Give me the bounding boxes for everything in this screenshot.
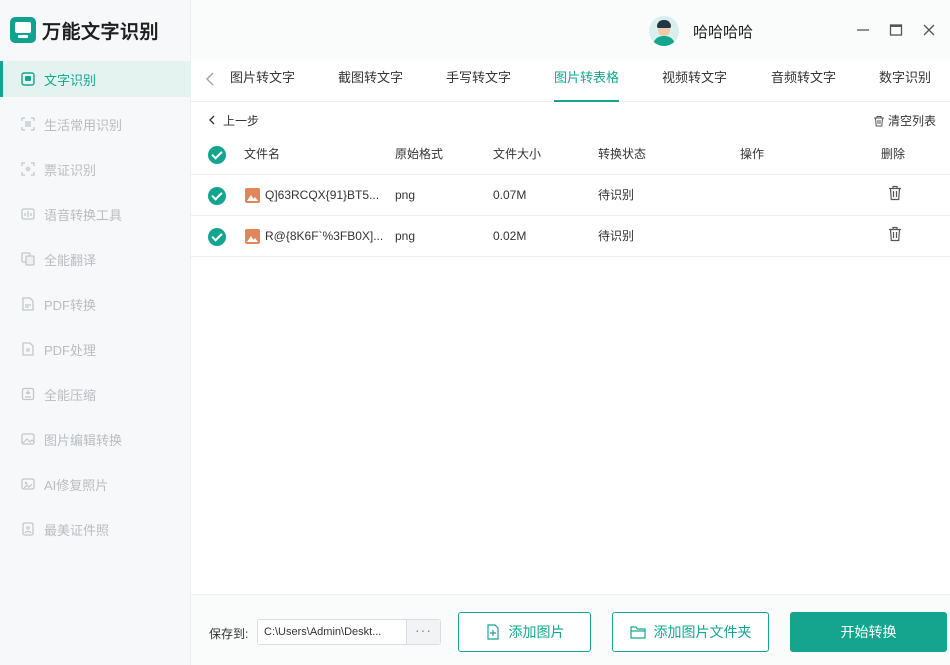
row-checkbox[interactable]: [208, 187, 226, 205]
sidebar-item-ocr[interactable]: 文字识别: [0, 61, 191, 97]
title-bar: 哈哈哈哈: [191, 0, 950, 61]
add-folder-button[interactable]: 添加图片文件夹: [612, 612, 769, 652]
add-image-button[interactable]: 添加图片: [458, 612, 591, 652]
trash-icon: [874, 115, 884, 126]
app-logo-icon: [10, 17, 36, 43]
sidebar-item-ticket[interactable]: 票证识别: [0, 151, 191, 187]
image-edit-icon: [21, 432, 35, 446]
header-filename: 文件名: [244, 147, 281, 161]
delete-row-trash-icon[interactable]: [888, 185, 902, 201]
sidebar-item-translate[interactable]: 全能翻译: [0, 241, 191, 277]
sidebar-item-label: 语音转换工具: [44, 207, 123, 223]
sidebar-item-label: PDF处理: [44, 342, 97, 358]
file-format: png: [395, 188, 416, 202]
folder-icon: [629, 626, 646, 639]
delete-row-trash-icon[interactable]: [888, 226, 902, 242]
file-size: 0.02M: [493, 229, 527, 243]
sidebar-item-label: 全能压缩: [44, 387, 97, 403]
ticket-icon: [21, 162, 35, 176]
ai-photo-icon: [21, 477, 35, 491]
app-title: 万能文字识别: [42, 21, 160, 43]
table-header: 文件名 原始格式 文件大小 转换状态 操作 删除: [191, 134, 950, 175]
header-status: 转换状态: [598, 147, 647, 161]
footer-bar: 保存到: ··· 添加图片 添加图片文件夹 开始转换: [191, 594, 950, 665]
table-row: Q]63RCQX{91}BT5... png 0.07M 待识别: [191, 175, 950, 216]
sidebar-item-ai-photo[interactable]: AI修复照片: [0, 466, 191, 502]
username: 哈哈哈哈: [693, 23, 754, 41]
sidebar-item-label: 全能翻译: [44, 252, 97, 268]
avatar[interactable]: [649, 16, 679, 46]
close-icon[interactable]: [918, 19, 940, 41]
sidebar: 万能文字识别 文字识别 生活常用识别 票证识别 语音转换工具 全能翻译 PDF转…: [0, 0, 191, 665]
file-status: 待识别: [598, 229, 635, 243]
tab-handwriting-to-text[interactable]: 手写转文字: [446, 61, 511, 102]
file-name: R@{8K6F`%3FB0X]...: [265, 229, 384, 243]
tab-video-to-text[interactable]: 视频转文字: [662, 61, 727, 102]
sidebar-item-pdf-process[interactable]: PDF处理: [0, 331, 191, 367]
compress-icon: [21, 387, 35, 401]
tab-screenshot-to-text[interactable]: 截图转文字: [338, 61, 403, 102]
save-path-field: ···: [257, 619, 441, 645]
audio-icon: [21, 207, 35, 221]
pdf-process-icon: [21, 342, 35, 356]
save-path-input[interactable]: [258, 620, 405, 644]
user-profile[interactable]: 哈哈哈哈: [649, 16, 753, 46]
tab-image-to-table[interactable]: 图片转表格: [546, 61, 627, 102]
translate-icon: [21, 252, 35, 266]
sidebar-item-label: 图片编辑转换: [44, 432, 123, 448]
header-format: 原始格式: [395, 147, 444, 161]
add-file-icon: [486, 624, 499, 640]
clear-list-button[interactable]: 清空列表: [873, 112, 936, 129]
pdf-icon: [21, 297, 35, 311]
maximize-icon[interactable]: [885, 19, 907, 41]
sidebar-item-label: 最美证件照: [44, 522, 110, 538]
sidebar-item-label: PDF转换: [44, 297, 97, 313]
sidebar-item-life-ocr[interactable]: 生活常用识别: [0, 106, 191, 142]
header-operation: 操作: [740, 147, 765, 161]
sidebar-item-id-photo[interactable]: 最美证件照: [0, 511, 191, 547]
start-convert-button[interactable]: 开始转换: [790, 612, 947, 652]
row-checkbox[interactable]: [208, 228, 226, 246]
chevron-left-icon: [209, 114, 215, 128]
scan-icon: [21, 117, 35, 131]
sidebar-item-label: AI修复照片: [44, 477, 109, 493]
file-size: 0.07M: [493, 188, 527, 202]
header-size: 文件大小: [493, 147, 542, 161]
sidebar-item-compress[interactable]: 全能压缩: [0, 376, 191, 412]
file-name: Q]63RCQX{91}BT5...: [265, 188, 380, 202]
back-step-button[interactable]: 上一步: [209, 112, 259, 129]
tab-image-to-text[interactable]: 图片转文字: [230, 61, 295, 102]
chevron-left-icon[interactable]: [205, 71, 215, 92]
id-photo-icon: [21, 522, 35, 536]
ocr-icon: [21, 72, 35, 86]
add-image-label: 添加图片: [508, 624, 565, 640]
table-row: R@{8K6F`%3FB0X]... png 0.02M 待识别: [191, 216, 950, 257]
sidebar-nav: 文字识别 生活常用识别 票证识别 语音转换工具 全能翻译 PDF转换 PDF处理…: [0, 61, 191, 556]
add-folder-label: 添加图片文件夹: [653, 624, 752, 640]
sidebar-item-image-edit[interactable]: 图片编辑转换: [0, 421, 191, 457]
header-delete: 删除: [881, 147, 906, 161]
clear-list-label: 清空列表: [888, 114, 937, 128]
save-to-label: 保存到:: [209, 627, 249, 641]
sidebar-item-label: 文字识别: [44, 72, 97, 88]
image-file-icon: [245, 229, 260, 244]
sidebar-item-audio[interactable]: 语音转换工具: [0, 196, 191, 232]
file-format: png: [395, 229, 416, 243]
back-step-label: 上一步: [223, 114, 260, 128]
file-table: 文件名 原始格式 文件大小 转换状态 操作 删除 Q]63RCQX{91}BT5…: [191, 134, 950, 257]
tab-bar: 图片转文字 截图转文字 手写转文字 图片转表格 视频转文字 音频转文字 数字识别: [191, 61, 950, 102]
tab-number-recognition[interactable]: 数字识别: [879, 61, 931, 102]
tab-audio-to-text[interactable]: 音频转文字: [771, 61, 836, 102]
select-all-checkbox[interactable]: [208, 146, 226, 164]
sidebar-item-pdf-convert[interactable]: PDF转换: [0, 286, 191, 322]
browse-more-button[interactable]: ···: [406, 620, 440, 644]
app-brand: 万能文字识别: [10, 14, 159, 46]
sidebar-item-label: 票证识别: [44, 162, 97, 178]
file-status: 待识别: [598, 188, 635, 202]
image-file-icon: [245, 188, 260, 203]
sidebar-item-label: 生活常用识别: [44, 117, 123, 133]
minimize-icon[interactable]: [852, 19, 874, 41]
